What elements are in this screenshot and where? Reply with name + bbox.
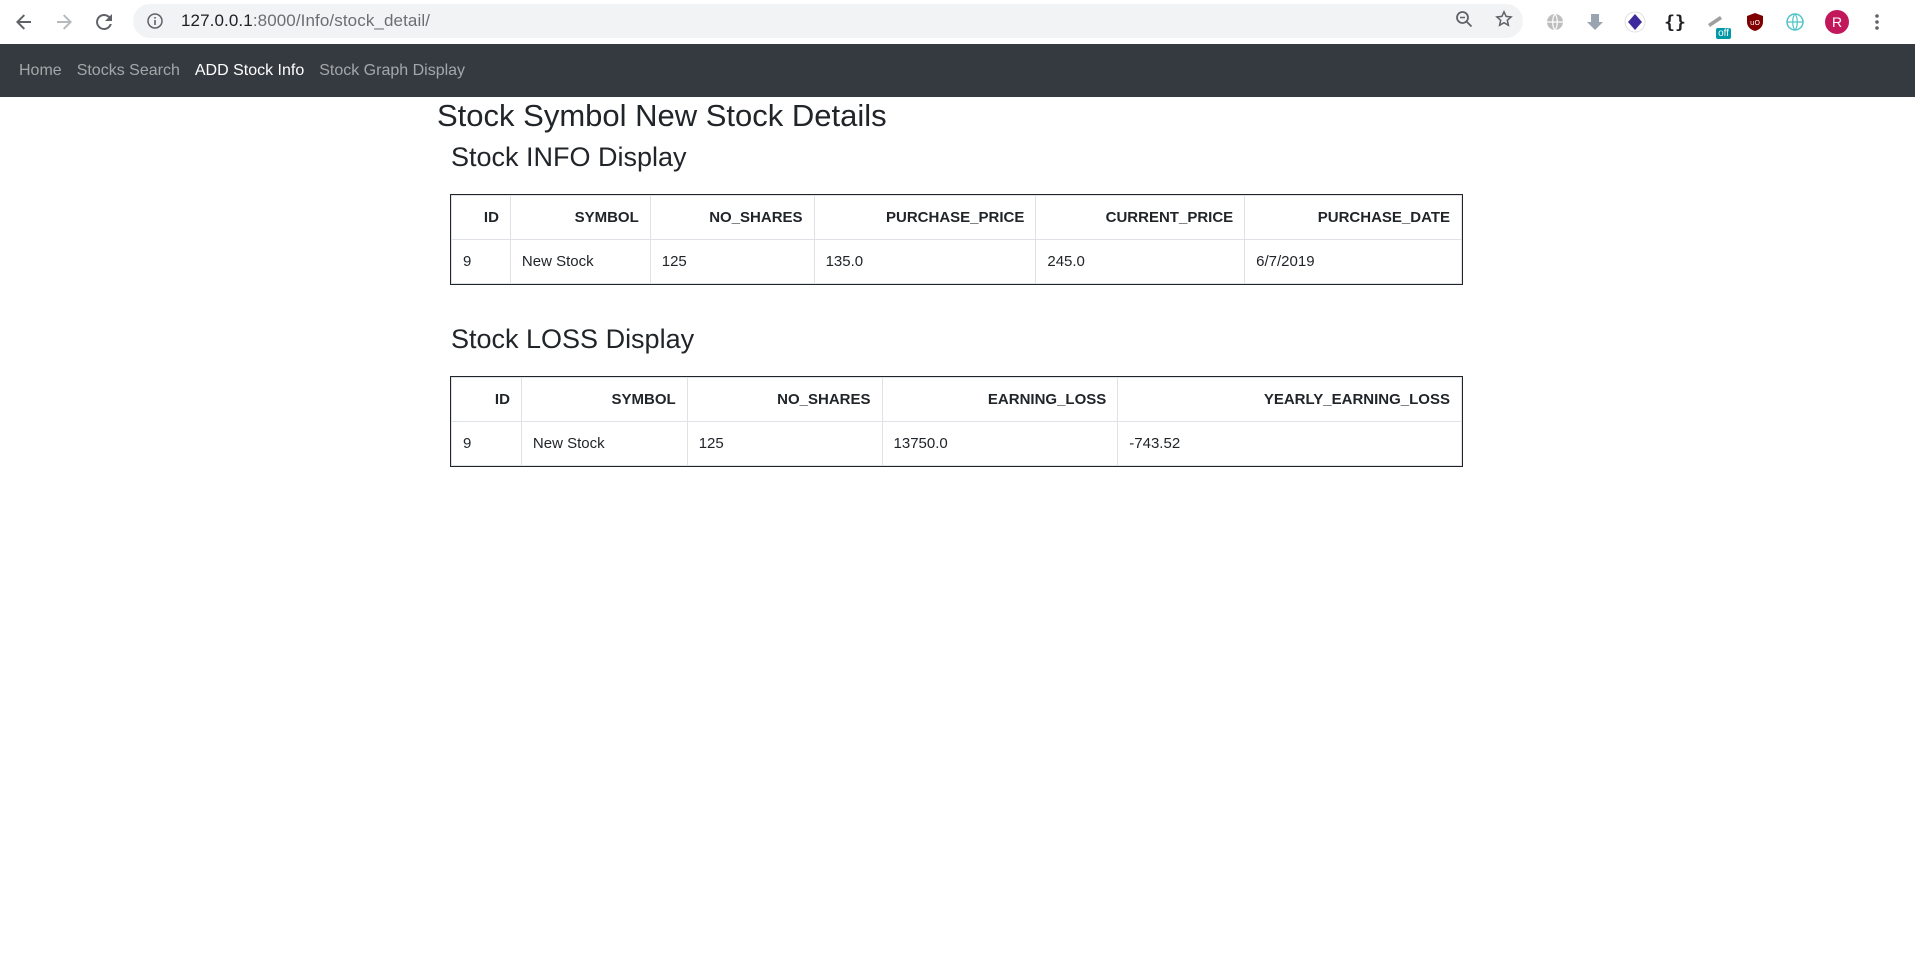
top-navbar: Home Stocks Search ADD Stock Info Stock … [0,44,1915,97]
table-cell: 125 [686,421,883,466]
table-cell: 125 [649,239,815,284]
table-cell: 245.0 [1035,239,1246,284]
table-row: 9 New Stock 125 13750.0 -743.52 [451,421,1462,466]
table-cell: 9 [451,239,511,284]
json-braces-extension-icon[interactable]: {} [1655,2,1695,42]
forward-arrow-icon [57,14,72,30]
url-text[interactable]: 127.0.0.1:8000/Info/stock_detail/ [181,11,430,31]
reload-button[interactable] [84,2,124,42]
back-button[interactable] [4,2,44,42]
table-cell: New Stock [509,239,651,284]
table-cell: 13750.0 [881,421,1119,466]
stock-loss-table: ID SYMBOL NO_SHARES EARNING_LOSS YEARLY_… [450,376,1463,467]
column-header: ID [451,195,511,240]
table-cell: 6/7/2019 [1244,239,1462,284]
column-header: PURCHASE_PRICE [813,195,1037,240]
nav-stocks-search[interactable]: Stocks Search [77,62,180,80]
column-header: SYMBOL [509,195,651,240]
globe-extension-icon[interactable] [1535,2,1575,42]
table-row: 9 New Stock 125 135.0 245.0 6/7/2019 [451,239,1462,284]
back-arrow-icon [16,14,31,30]
extensions-bar: {} off uO R [1535,0,1897,44]
off-badge: off [1716,28,1731,39]
reload-icon [96,13,112,30]
stock-info-table: ID SYMBOL NO_SHARES PURCHASE_PRICE CURRE… [450,194,1463,285]
menu-kebab-icon[interactable] [1857,2,1897,42]
nav-add-stock-info[interactable]: ADD Stock Info [195,62,304,80]
diamond-extension-icon[interactable] [1615,2,1655,42]
table-cell: 9 [451,421,522,466]
url-path: :8000/Info/stock_detail/ [252,11,431,30]
table-header-row: ID SYMBOL NO_SHARES PURCHASE_PRICE CURRE… [451,195,1462,240]
page-title: Stock Symbol New Stock Details [437,98,887,133]
site-info-icon[interactable] [147,13,169,29]
nav-home[interactable]: Home [19,62,62,80]
column-header: NO_SHARES [649,195,815,240]
table-cell: New Stock [520,421,688,466]
zoom-icon[interactable] [1455,10,1473,33]
column-header: YEARLY_EARNING_LOSS [1117,377,1462,422]
column-header: SYMBOL [520,377,688,422]
nav-stock-graph-display[interactable]: Stock Graph Display [319,62,465,80]
address-bar[interactable]: 127.0.0.1:8000/Info/stock_detail/ [133,4,1523,38]
table-cell: 135.0 [813,239,1037,284]
column-header: EARNING_LOSS [881,377,1119,422]
download-extension-icon[interactable] [1575,2,1615,42]
forward-button[interactable] [44,2,84,42]
ublock-shield-icon[interactable]: uO [1735,2,1775,42]
bookmark-star-icon[interactable] [1495,9,1513,33]
table-header-row: ID SYMBOL NO_SHARES EARNING_LOSS YEARLY_… [451,377,1462,422]
off-badge-extension-icon[interactable]: off [1695,2,1735,42]
column-header: ID [451,377,522,422]
svg-text:uO: uO [1750,19,1760,27]
loss-section-title: Stock LOSS Display [451,324,695,354]
browser-toolbar: 127.0.0.1:8000/Info/stock_detail/ {} off [0,0,1915,44]
profile-avatar-button[interactable]: R [1817,2,1857,42]
web-extension-icon[interactable] [1775,2,1815,42]
column-header: NO_SHARES [686,377,883,422]
info-section-title: Stock INFO Display [451,142,687,172]
table-cell: -743.52 [1117,421,1462,466]
url-host: 127.0.0.1 [181,11,253,30]
column-header: PURCHASE_DATE [1244,195,1462,240]
column-header: CURRENT_PRICE [1035,195,1246,240]
avatar: R [1825,10,1849,34]
